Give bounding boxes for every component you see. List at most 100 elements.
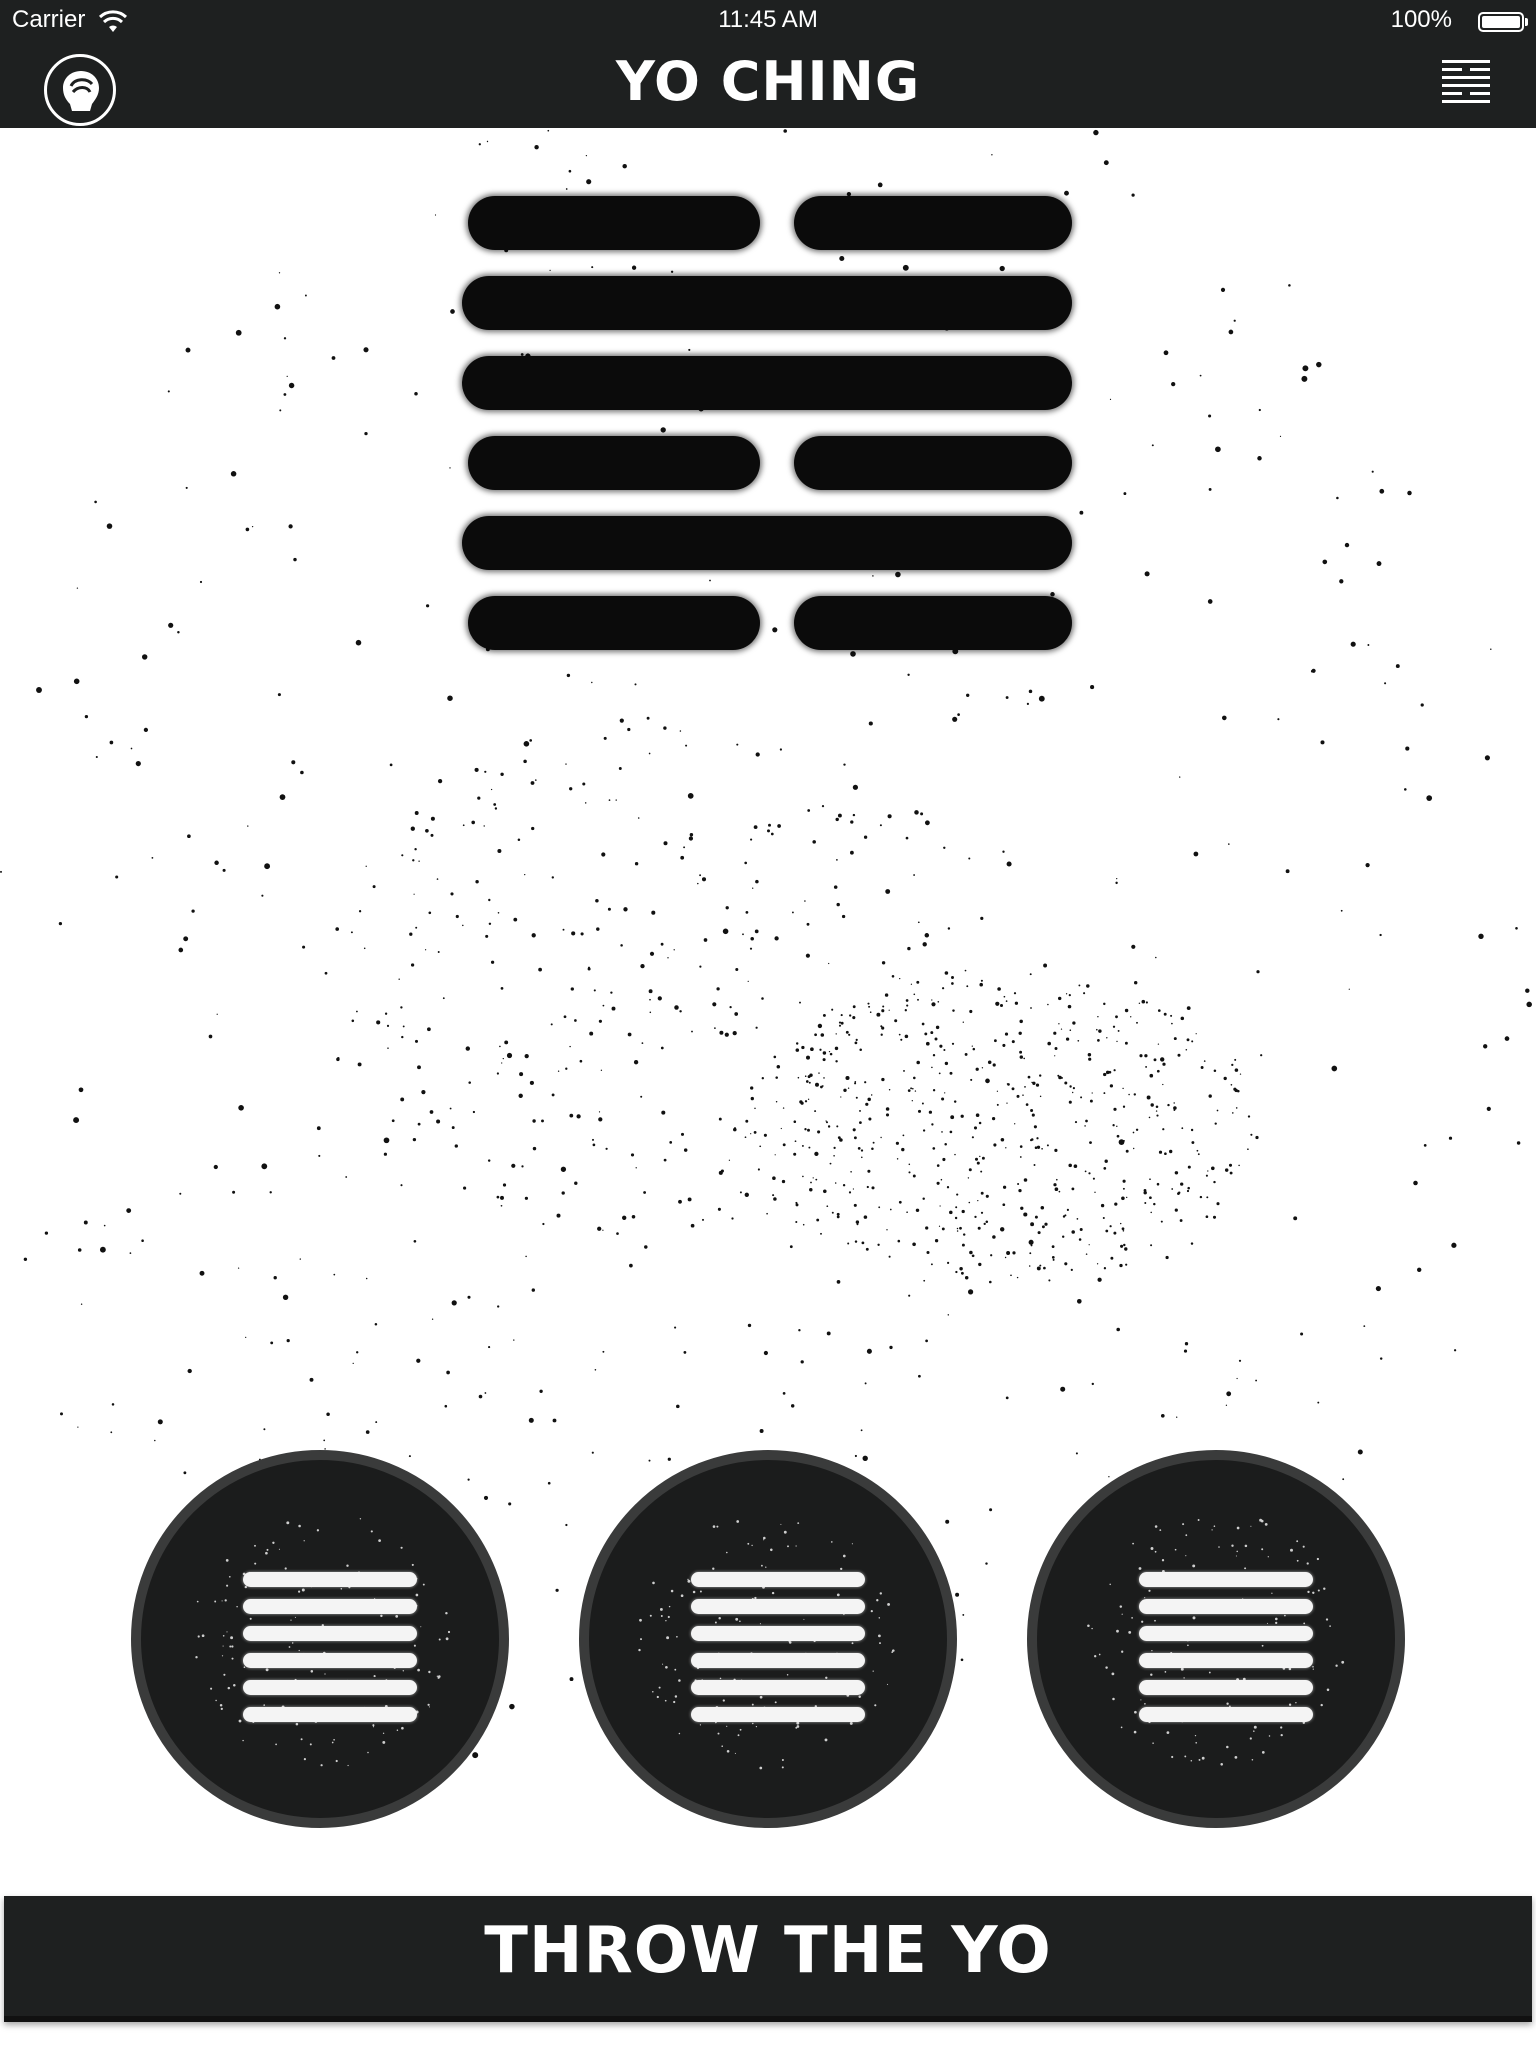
spray-dot <box>513 917 518 922</box>
spray-dot <box>1156 1114 1159 1117</box>
spray-dot <box>1103 1002 1106 1006</box>
coin-button-2[interactable] <box>579 1450 957 1828</box>
spray-dot <box>774 936 779 941</box>
spray-dot <box>410 963 415 967</box>
spray-dot <box>365 865 367 867</box>
spray-dot <box>1190 1242 1194 1245</box>
spray-dot <box>879 824 882 827</box>
spray-dot <box>802 1223 805 1226</box>
spray-dot <box>1150 1244 1153 1247</box>
spray-dot <box>866 1348 872 1354</box>
spray-dot <box>915 1208 920 1213</box>
spray-dot <box>767 829 770 833</box>
coin-button-3[interactable] <box>1027 1450 1405 1828</box>
coin-spray-dot <box>1249 1737 1252 1740</box>
spray-dot <box>1106 1037 1108 1039</box>
spray-dot <box>955 1206 958 1209</box>
spray-dot <box>584 802 587 804</box>
coin-line <box>691 1626 865 1641</box>
spray-dot <box>959 1266 963 1271</box>
coin-spray-dot <box>1329 1625 1331 1627</box>
spray-dot <box>235 329 242 336</box>
spray-dot <box>843 763 846 766</box>
spray-dot <box>820 1033 825 1037</box>
spray-dot <box>95 755 98 759</box>
spray-dot <box>941 1131 943 1133</box>
spray-dot <box>1238 1359 1242 1362</box>
coin-spray-dot <box>781 1758 784 1762</box>
coin-spray-dot <box>214 1600 217 1603</box>
spray-dot <box>1004 1256 1007 1259</box>
coin-spray-dot <box>420 1626 422 1628</box>
spray-dot <box>143 727 149 733</box>
spray-dot <box>952 1009 955 1012</box>
spray-dot <box>991 154 993 156</box>
spray-dot <box>462 924 464 927</box>
spray-dot <box>1013 992 1017 995</box>
spray-dot <box>539 1389 543 1393</box>
spray-dot <box>1040 1206 1045 1210</box>
spray-dot <box>278 272 281 274</box>
spray-dot <box>1213 1069 1217 1072</box>
coin-spray-dot <box>680 1594 684 1598</box>
spray-dot <box>1153 1058 1157 1062</box>
spray-dot <box>1121 1227 1125 1231</box>
spray-dot <box>922 1197 925 1200</box>
spray-dot <box>1005 696 1009 699</box>
spray-dot <box>273 1276 277 1280</box>
spray-dot <box>528 1417 534 1423</box>
spray-dot <box>816 1218 820 1222</box>
spray-dot <box>1016 1094 1020 1098</box>
coin-spray-dot <box>886 1683 889 1685</box>
coin-spray-dot <box>1154 1525 1158 1528</box>
throw-button[interactable]: THROW THE YO <box>4 1896 1532 2022</box>
coin-line <box>691 1653 865 1668</box>
spray-dot <box>36 687 42 693</box>
spray-dot <box>880 1033 883 1036</box>
spray-dot <box>1206 1196 1209 1199</box>
spray-dot <box>413 1239 417 1243</box>
spray-dot <box>591 1138 595 1141</box>
spray-dot <box>1067 1004 1072 1009</box>
spray-dot <box>854 1082 857 1085</box>
spray-dot <box>836 859 838 861</box>
coin-button-1[interactable] <box>131 1450 509 1828</box>
spray-dot <box>1033 1164 1036 1166</box>
spray-dot <box>714 1027 716 1029</box>
spray-dot <box>500 1195 504 1200</box>
spray-dot <box>502 1057 504 1060</box>
spray-dot <box>551 876 554 879</box>
spray-dot <box>775 1100 778 1103</box>
spray-dot <box>318 1154 321 1157</box>
spray-dot <box>679 1010 682 1013</box>
spray-dot <box>1055 1178 1058 1181</box>
spray-dot <box>594 1369 597 1371</box>
coin-spray-dot <box>1105 1666 1108 1669</box>
coin-spray-dot <box>715 1722 717 1724</box>
coin-spray-dot <box>1098 1653 1101 1656</box>
spray-dot <box>1357 1449 1363 1455</box>
spray-dot <box>488 922 492 926</box>
coin-spray-dot <box>1211 1529 1213 1531</box>
spray-dot <box>744 1192 749 1197</box>
spray-dot <box>835 1060 838 1063</box>
spray-dot <box>913 874 916 876</box>
coin-spray-dot <box>1335 1664 1338 1667</box>
hexagram-menu-icon[interactable] <box>1442 60 1490 104</box>
spray-dot <box>1187 1165 1191 1169</box>
coin-spray-dot <box>674 1668 677 1671</box>
spray-dot <box>1376 561 1382 567</box>
spray-dot <box>1255 1135 1259 1140</box>
spray-dot <box>1012 1251 1016 1255</box>
spray-dot <box>1096 1028 1098 1031</box>
spray-dot <box>157 1419 163 1425</box>
spray-dot <box>570 987 574 991</box>
coin-spray-dot <box>233 1683 236 1687</box>
spray-dot <box>608 799 611 801</box>
spray-dot <box>869 1011 872 1013</box>
spray-dot <box>524 873 526 876</box>
spray-dot <box>447 695 453 701</box>
spray-dot <box>859 1109 861 1112</box>
spray-dot <box>1371 470 1374 473</box>
coin-spray-dot <box>712 1525 716 1528</box>
